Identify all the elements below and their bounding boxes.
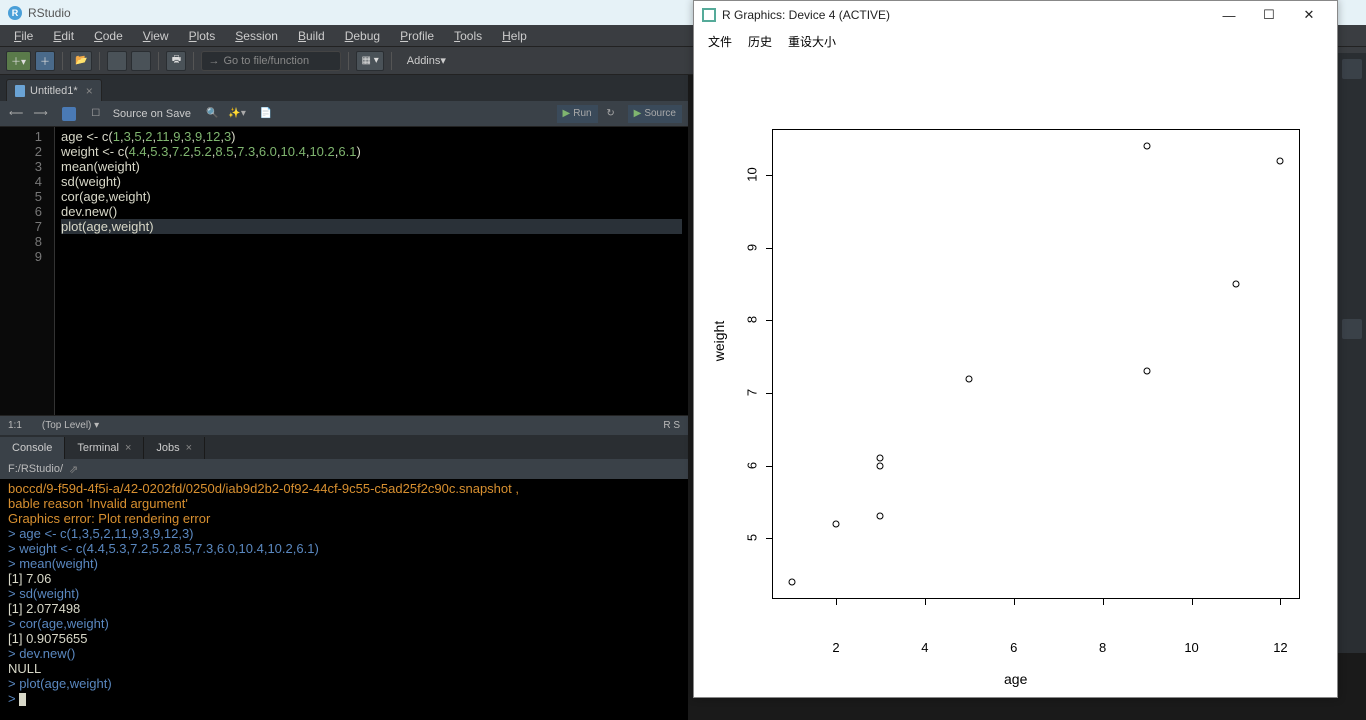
menu-code[interactable]: Code [84, 27, 133, 45]
data-point [1144, 143, 1151, 150]
editor-toolbar: ⟵ ⟶ ☐ Source on Save 🔍 ✨▾ 📄 ▶Run ↻ [0, 101, 688, 127]
y-tick: 7 [745, 383, 760, 403]
data-point [1233, 281, 1240, 288]
forward-button[interactable]: ⟶ [30, 105, 50, 123]
save-all-button[interactable] [131, 51, 151, 71]
menu-profile[interactable]: Profile [390, 27, 444, 45]
cursor-position: 1:1 [8, 420, 22, 431]
plot-canvas: weight age 2 4 6 8 10 12 5 6 7 8 9 10 [694, 53, 1337, 697]
source-on-save-checkbox[interactable]: ☐ [87, 105, 105, 123]
x-tick: 6 [1010, 640, 1017, 655]
minimize-button[interactable]: — [1209, 3, 1249, 27]
editor-statusbar: 1:1 (Top Level) ▾ R S [0, 415, 688, 435]
console-path-bar: F:/RStudio/ ⇗ [0, 459, 688, 479]
gfx-menubar: 文件历史重设大小 [694, 29, 1337, 53]
plot-frame [772, 129, 1300, 599]
r-file-icon [15, 85, 25, 97]
goto-placeholder: Go to file/function [223, 55, 309, 67]
x-axis-label: age [1004, 671, 1027, 687]
gfx-title-text: R Graphics: Device 4 (ACTIVE) [722, 8, 890, 22]
grid-button[interactable]: ▦ ▾ [356, 51, 383, 71]
data-point [877, 455, 884, 462]
tab-label: Untitled1* [30, 85, 78, 97]
y-axis-label: weight [711, 321, 727, 361]
wand-button[interactable]: ✨▾ [225, 105, 248, 123]
path-arrow-icon[interactable]: ⇗ [69, 463, 78, 476]
console-output[interactable]: boccd/9-f59d-4f5i-a/42-0202fd/0250d/iab9… [0, 479, 688, 720]
y-tick: 5 [745, 528, 760, 548]
compile-report-button[interactable]: 📄 [257, 105, 275, 123]
menu-tools[interactable]: Tools [444, 27, 492, 45]
data-point [833, 520, 840, 527]
data-point [1277, 157, 1284, 164]
data-point [788, 578, 795, 585]
save-source-button[interactable] [59, 105, 79, 123]
open-file-button[interactable]: 📂 [70, 51, 92, 71]
r-graphics-window: R Graphics: Device 4 (ACTIVE) — ☐ ✕ 文件历史… [693, 0, 1338, 698]
gfx-menu-item[interactable]: 历史 [740, 33, 780, 50]
console-tab-console[interactable]: Console [0, 437, 65, 459]
source-on-save-label: Source on Save [109, 108, 195, 120]
new-project-button[interactable]: ＋ [35, 51, 55, 71]
editor-tab-bar: Untitled1* × [0, 75, 688, 101]
data-point [877, 462, 884, 469]
env-pane-toggle[interactable] [1342, 59, 1362, 79]
menu-build[interactable]: Build [288, 27, 335, 45]
addins-dropdown[interactable]: Addins ▾ [399, 51, 454, 71]
back-button[interactable]: ⟵ [6, 105, 26, 123]
console-tab-bar: ConsoleTerminal×Jobs× [0, 435, 688, 459]
code-editor[interactable]: 123456789 age <- c(1,3,5,2,11,9,3,9,12,3… [0, 127, 688, 415]
code-body[interactable]: age <- c(1,3,5,2,11,9,3,9,12,3)weight <-… [55, 127, 688, 415]
tab-close-icon[interactable]: × [86, 84, 93, 98]
new-file-button[interactable]: ＋▾ [6, 51, 31, 71]
app-title: RStudio [28, 6, 71, 20]
rerun-button[interactable]: ↻ [602, 105, 620, 123]
source-editor-pane: Untitled1* × ⟵ ⟶ ☐ Source on Save 🔍 ✨▾ 📄 [0, 75, 688, 435]
source-button[interactable]: ▶Source [628, 105, 682, 123]
data-point [877, 513, 884, 520]
refresh-icon[interactable] [1342, 319, 1362, 339]
save-button[interactable] [107, 51, 127, 71]
gfx-menu-item[interactable]: 重设大小 [780, 33, 844, 50]
language-label: R S [663, 420, 680, 431]
data-point [1144, 368, 1151, 375]
gfx-titlebar[interactable]: R Graphics: Device 4 (ACTIVE) — ☐ ✕ [694, 1, 1337, 29]
console-pane: ConsoleTerminal×Jobs× F:/RStudio/ ⇗ bocc… [0, 435, 688, 720]
x-tick: 4 [921, 640, 928, 655]
y-tick: 6 [745, 455, 760, 475]
data-point [966, 375, 973, 382]
x-tick: 12 [1273, 640, 1287, 655]
x-tick: 2 [832, 640, 839, 655]
run-button[interactable]: ▶Run [557, 105, 598, 123]
console-tab-jobs[interactable]: Jobs× [144, 437, 205, 459]
menu-view[interactable]: View [133, 27, 179, 45]
line-gutter: 123456789 [0, 127, 55, 415]
rstudio-logo-icon: R [8, 6, 22, 20]
working-dir: F:/RStudio/ [8, 463, 63, 475]
close-window-button[interactable]: ✕ [1289, 3, 1329, 27]
menu-plots[interactable]: Plots [179, 27, 226, 45]
collapsed-panes [1338, 53, 1366, 653]
scope-selector[interactable]: (Top Level) ▾ [42, 420, 99, 431]
find-button[interactable]: 🔍 [203, 105, 221, 123]
r-graphics-icon [702, 8, 716, 22]
print-button[interactable]: 🖶 [166, 51, 186, 71]
goto-file-input[interactable]: → Go to file/function [201, 51, 341, 71]
y-tick: 10 [745, 165, 760, 185]
menu-file[interactable]: File [4, 27, 43, 45]
menu-edit[interactable]: Edit [43, 27, 84, 45]
x-tick: 10 [1184, 640, 1198, 655]
console-tab-terminal[interactable]: Terminal× [65, 437, 144, 459]
menu-debug[interactable]: Debug [335, 27, 390, 45]
editor-tab[interactable]: Untitled1* × [6, 79, 102, 101]
y-tick: 9 [745, 237, 760, 257]
y-tick: 8 [745, 310, 760, 330]
menu-session[interactable]: Session [225, 27, 288, 45]
gfx-menu-item[interactable]: 文件 [700, 33, 740, 50]
menu-help[interactable]: Help [492, 27, 537, 45]
maximize-button[interactable]: ☐ [1249, 3, 1289, 27]
x-tick: 8 [1099, 640, 1106, 655]
